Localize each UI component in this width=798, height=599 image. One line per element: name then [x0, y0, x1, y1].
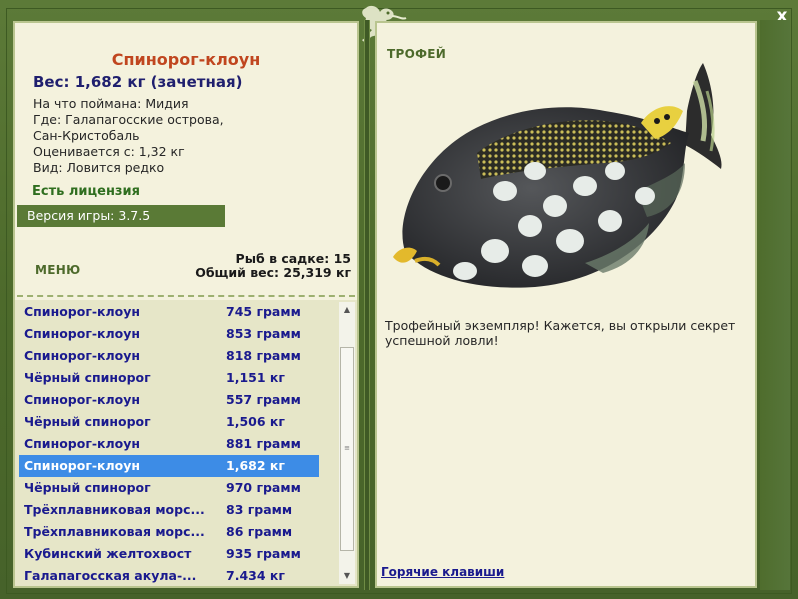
list-item[interactable]: Спинорог-клоун 818 грамм [19, 345, 319, 367]
trophy-panel: ТРОФЕЙ Трофейный экземпляр! Кажется, вы … [375, 21, 757, 588]
scroll-up-arrow-icon[interactable]: ▲ [339, 302, 355, 318]
list-item[interactable]: Трёхплавниковая морс... 86 грамм [19, 521, 319, 543]
fish-weight: 935 грамм [226, 546, 301, 561]
fish-weight: 818 грамм [226, 348, 301, 363]
fish-name: Чёрный спинорог [24, 480, 151, 495]
fish-name: Спинорог-клоун [24, 348, 141, 363]
fish-weight: 83 грамм [226, 502, 293, 517]
list-item[interactable]: Кубинский желтохвост 935 грамм [19, 543, 319, 565]
fish-weight: 881 грамм [226, 436, 301, 451]
fish-name: Трёхплавниковая морс... [24, 502, 205, 517]
list-item[interactable]: Чёрный спинорог 1,151 кг [19, 367, 319, 389]
list-item[interactable]: Спинорог-клоун 853 грамм [19, 323, 319, 345]
fish-weight: 1,506 кг [226, 414, 285, 429]
fish-weight: Вес: 1,682 кг (зачетная) [33, 73, 243, 91]
scroll-thumb[interactable]: ≡ [340, 347, 354, 551]
hotkeys-link[interactable]: Горячие клавиши [381, 565, 504, 579]
fish-title: Спинорог-клоун [111, 50, 261, 69]
fish-name: Чёрный спинорог [24, 370, 151, 385]
list-item[interactable]: Чёрный спинорог 970 грамм [19, 477, 319, 499]
list-item[interactable]: Трёхплавниковая морс... 83 грамм [19, 499, 319, 521]
list-item[interactable]: Спинорог-клоун 881 грамм [19, 433, 319, 455]
fish-name: Спинорог-клоун [24, 436, 141, 451]
species-rarity-info: Вид: Ловится редко [33, 160, 165, 175]
grip-icon: ≡ [344, 444, 350, 452]
fish-weight: 853 грамм [226, 326, 301, 341]
list-item[interactable]: Спинорог-клоун 557 грамм [19, 389, 319, 411]
list-item-selected[interactable]: Спинорог-клоун 1,682 кг [19, 455, 319, 477]
fish-name: Трёхплавниковая морс... [24, 524, 205, 539]
scroll-down-arrow-icon[interactable]: ▼ [339, 568, 355, 584]
fish-name: Спинорог-клоун [24, 304, 141, 319]
trophy-description: Трофейный экземпляр! Кажется, вы открыли… [385, 318, 747, 348]
fish-list[interactable]: Спинорог-клоун 745 грамм Спинорог-клоун 853… [15, 300, 357, 586]
list-item[interactable]: Спинорог-клоун 745 грамм [19, 301, 319, 323]
location-info-cont: Сан-Кристобаль [33, 128, 140, 143]
fish-name: Спинорог-клоун [24, 392, 141, 407]
fish-weight: 86 грамм [226, 524, 293, 539]
trophy-text-line2: успешной ловли! [385, 333, 499, 348]
game-version-bar: Версия игры: 3.7.5 [17, 205, 225, 227]
rated-from-info: Оценивается с: 1,32 кг [33, 144, 185, 159]
fish-name: Галапагосская акула-... [24, 568, 197, 583]
fish-weight: 970 грамм [226, 480, 301, 495]
total-weight: Общий вес: 25,319 кг [195, 265, 351, 280]
divider [17, 295, 355, 297]
keepnet-stats: Рыб в садке: 15 Общий вес: 25,319 кг [195, 252, 351, 280]
menu-button[interactable]: МЕНЮ [35, 263, 80, 277]
fish-weight: 1,682 кг [226, 458, 285, 473]
trophy-text-line1: Трофейный экземпляр! Кажется, вы открыли… [385, 318, 736, 333]
fish-weight: 7.434 кг [226, 568, 285, 583]
fish-weight: 745 грамм [226, 304, 301, 319]
catch-info-lines: На что поймана: Мидия Где: Галапагосские… [33, 96, 343, 176]
fish-count: Рыб в садке: 15 [235, 251, 351, 266]
fish-weight: 557 грамм [226, 392, 301, 407]
fish-weight: 1,151 кг [226, 370, 285, 385]
location-info: Где: Галапагосские острова, [33, 112, 224, 127]
window-right-edge [760, 20, 790, 590]
fish-name: Спинорог-клоун [24, 326, 141, 341]
fish-name: Спинорог-клоун [24, 458, 141, 473]
clown-triggerfish-image [393, 63, 722, 288]
fish-name: Кубинский желтохвост [24, 546, 192, 561]
license-status: Есть лицензия [32, 184, 140, 199]
list-item[interactable]: Галапагосская акула-... 7.434 кг [19, 565, 319, 586]
fish-list-scrollbar[interactable]: ▲ ≡ ▼ [339, 302, 355, 584]
catch-details: Спинорог-клоун Вес: 1,682 кг (зачетная) … [15, 23, 357, 298]
bait-info: На что поймана: Мидия [33, 96, 189, 111]
panel-divider [364, 20, 370, 590]
fish-name: Чёрный спинорог [24, 414, 151, 429]
catch-info-panel: Спинорог-клоун Вес: 1,682 кг (зачетная) … [13, 21, 359, 588]
list-item[interactable]: Чёрный спинорог 1,506 кг [19, 411, 319, 433]
